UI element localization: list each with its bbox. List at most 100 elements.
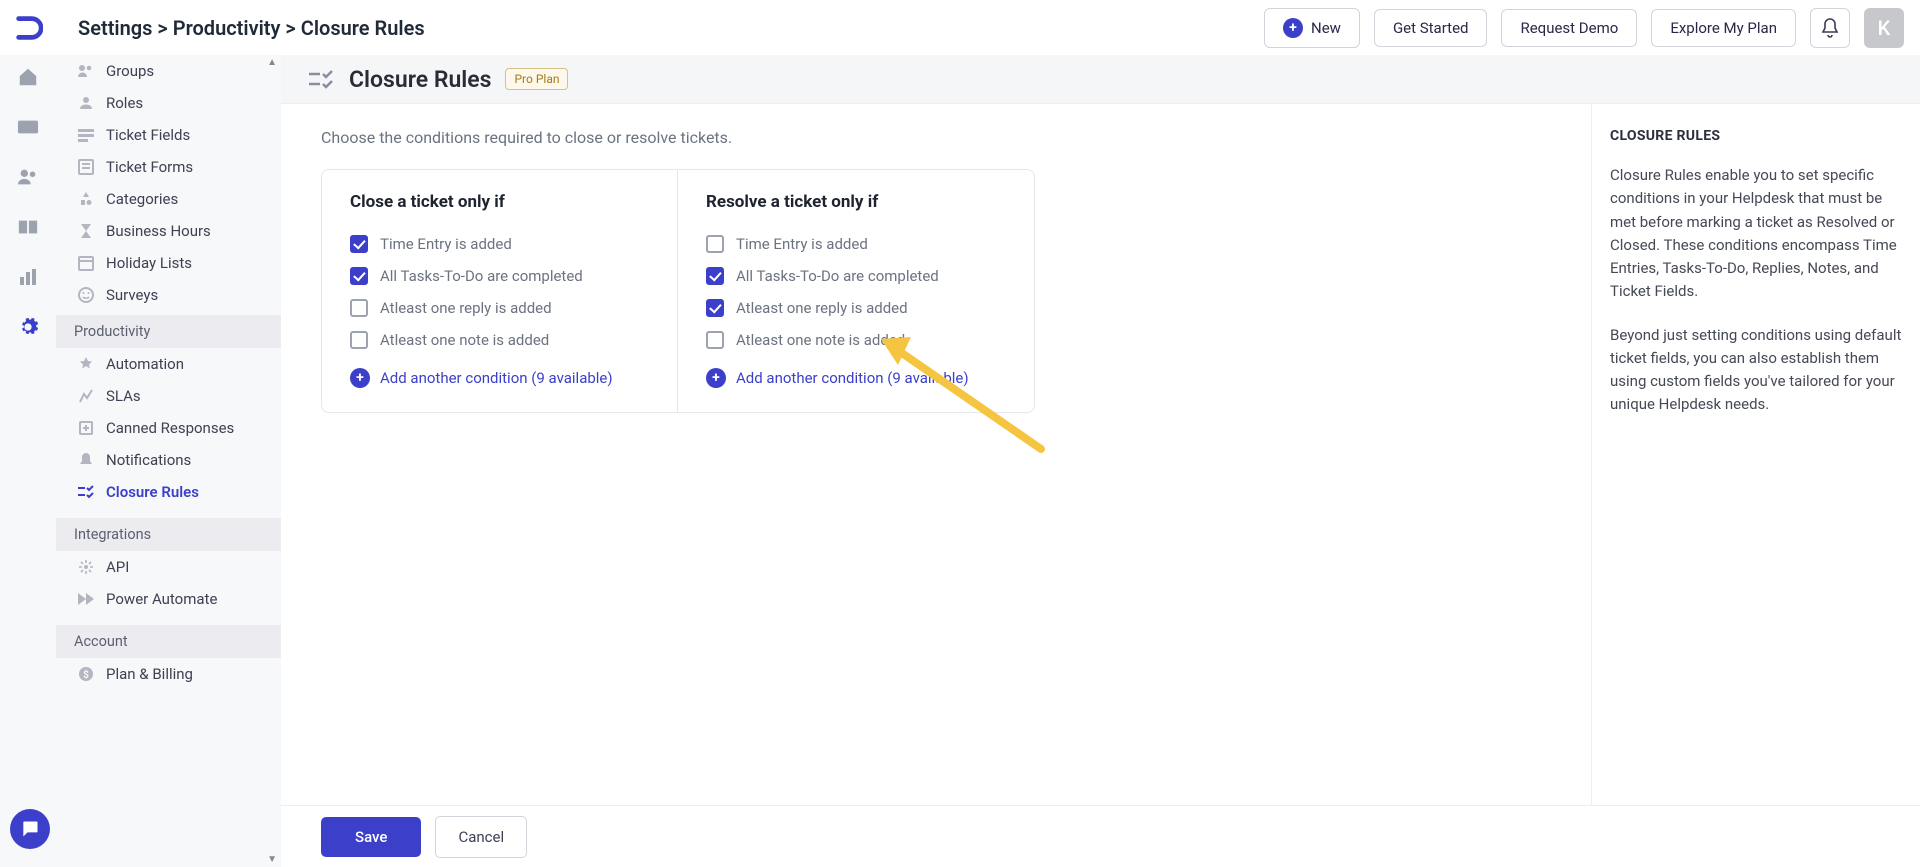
close-conditions-card: Close a ticket only if Time Entry is add… [322,170,678,412]
info-paragraph: Closure Rules enable you to set specific… [1610,164,1902,304]
checkbox[interactable] [350,331,368,349]
close-condition[interactable]: All Tasks-To-Do are completed [350,260,649,292]
save-button[interactable]: Save [321,817,421,857]
checkbox[interactable] [706,235,724,253]
billing-icon: $ [76,664,96,684]
sidebar-item-label: Ticket Fields [106,126,190,144]
canned-icon [76,418,96,438]
explore-plan-button[interactable]: Explore My Plan [1651,9,1796,47]
checkbox[interactable] [350,267,368,285]
close-condition[interactable]: Atleast one reply is added [350,292,649,324]
checkbox[interactable] [706,299,724,317]
sidebar-item-label: Holiday Lists [106,254,192,272]
close-add-condition-label: Add another condition (9 available) [380,369,613,387]
sidebar-item-label: Closure Rules [106,483,199,501]
sidebar-item-canned-responses[interactable]: Canned Responses [56,412,281,444]
app-logo[interactable] [8,13,48,43]
sidebar-item-closure-rules[interactable]: Closure Rules [56,476,281,508]
resolve-condition[interactable]: Atleast one reply is added [706,292,1006,324]
sidebar-item-label: Notifications [106,451,191,469]
nav-users-icon[interactable] [14,163,42,191]
condition-label: All Tasks-To-Do are completed [736,267,939,285]
nav-tickets-icon[interactable] [14,113,42,141]
plus-icon: + [1283,18,1303,38]
nav-settings-icon[interactable] [14,313,42,341]
sidebar-header-account: Account [56,625,281,658]
forms-icon [76,157,96,177]
fields-icon [76,125,96,145]
condition-label: Time Entry is added [736,235,868,253]
svg-text:$: $ [83,668,89,681]
sidebar-item-business-hours[interactable]: Business Hours [56,215,281,247]
info-paragraph: Beyond just setting conditions using def… [1610,324,1902,417]
chat-widget-button[interactable] [10,809,50,849]
sidebar-item-groups[interactable]: Groups [56,55,281,87]
cancel-button[interactable]: Cancel [435,816,527,858]
new-button-label: New [1311,19,1341,37]
sidebar-item-label: Roles [106,94,143,112]
sidebar-item-label: Business Hours [106,222,211,240]
closure-rules-icon [76,482,96,502]
checkbox[interactable] [706,267,724,285]
categories-icon [76,189,96,209]
sidebar-header-integrations: Integrations [56,518,281,551]
info-panel: CLOSURE RULES Closure Rules enable you t… [1592,104,1920,805]
condition-label: Atleast one note is added [380,331,549,349]
close-card-title: Close a ticket only if [350,192,649,212]
sidebar-item-notifications[interactable]: Notifications [56,444,281,476]
sidebar-item-label: Groups [106,62,154,80]
condition-label: All Tasks-To-Do are completed [380,267,583,285]
resolve-condition[interactable]: Atleast one note is added [706,324,1006,356]
sidebar-item-label: SLAs [106,387,141,405]
resolve-condition[interactable]: All Tasks-To-Do are completed [706,260,1006,292]
close-condition[interactable]: Atleast one note is added [350,324,649,356]
sidebar-item-roles[interactable]: Roles [56,87,281,119]
close-add-condition-link[interactable]: + Add another condition (9 available) [350,368,649,388]
sidebar-item-ticket-forms[interactable]: Ticket Forms [56,151,281,183]
sidebar-item-label: Ticket Forms [106,158,193,176]
resolve-condition[interactable]: Time Entry is added [706,228,1006,260]
nav-home-icon[interactable] [14,63,42,91]
sidebar-item-label: Categories [106,190,178,208]
get-started-button[interactable]: Get Started [1374,9,1488,47]
notifications-button[interactable] [1810,8,1850,48]
sidebar-item-categories[interactable]: Categories [56,183,281,215]
power-automate-icon [76,589,96,609]
chat-icon [20,819,40,839]
nav-knowledge-icon[interactable] [14,213,42,241]
info-title: CLOSURE RULES [1610,128,1902,144]
plus-icon: + [706,368,726,388]
sidebar-item-holiday-lists[interactable]: Holiday Lists [56,247,281,279]
calendar-icon [76,253,96,273]
sidebar-item-label: Plan & Billing [106,665,193,683]
sidebar-item-api[interactable]: API [56,551,281,583]
sidebar-item-label: Surveys [106,286,158,304]
new-button[interactable]: + New [1264,8,1360,48]
bell-icon [1821,18,1839,38]
sidebar-header-productivity: Productivity [56,315,281,348]
sidebar-item-ticket-fields[interactable]: Ticket Fields [56,119,281,151]
close-condition[interactable]: Time Entry is added [350,228,649,260]
groups-icon [76,61,96,81]
nav-reports-icon[interactable] [14,263,42,291]
sidebar-item-surveys[interactable]: Surveys [56,279,281,311]
sidebar-item-power-automate[interactable]: Power Automate [56,583,281,615]
closure-rules-icon [307,68,335,90]
resolve-add-condition-link[interactable]: + Add another condition (9 available) [706,368,1006,388]
automation-icon [76,354,96,374]
api-icon [76,557,96,577]
smile-icon [76,285,96,305]
checkbox[interactable] [350,235,368,253]
sidebar-item-automation[interactable]: Automation [56,348,281,380]
request-demo-button[interactable]: Request Demo [1501,9,1637,47]
avatar[interactable]: K [1864,8,1904,48]
checkbox[interactable] [706,331,724,349]
bell-icon [76,450,96,470]
sidebar-item-plan-billing[interactable]: $ Plan & Billing [56,658,281,690]
condition-label: Atleast one reply is added [380,299,552,317]
sidebar-item-slas[interactable]: SLAs [56,380,281,412]
checkbox[interactable] [350,299,368,317]
resolve-card-title: Resolve a ticket only if [706,192,1006,212]
resolve-add-condition-label: Add another condition (9 available) [736,369,969,387]
page-intro: Choose the conditions required to close … [321,128,1551,147]
